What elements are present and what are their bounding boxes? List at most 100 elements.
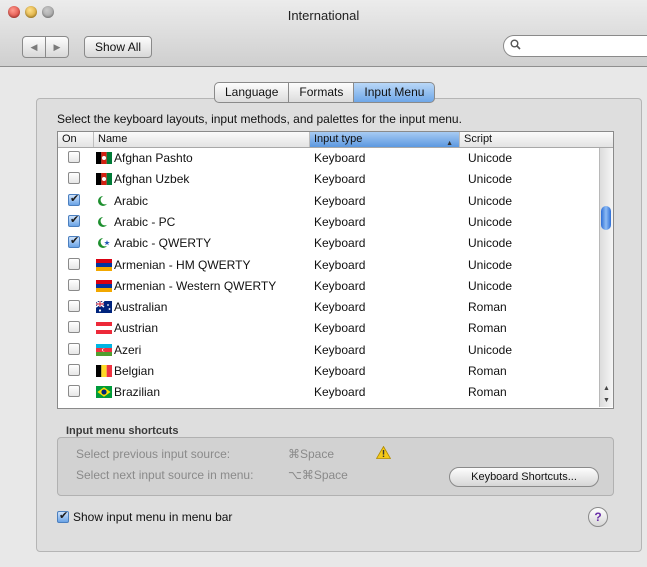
back-button[interactable]: ◀ bbox=[22, 36, 46, 58]
next-source-label: Select next input source in menu: bbox=[76, 468, 254, 482]
search-icon bbox=[510, 39, 521, 50]
tab-language[interactable]: Language bbox=[214, 82, 290, 103]
source-name: Australian bbox=[114, 300, 168, 315]
script-name: Roman bbox=[468, 364, 507, 378]
crescent-green-star-flag-icon bbox=[96, 237, 112, 249]
tab-bar: Language Formats Input Menu bbox=[214, 82, 436, 103]
crescent-green-flag-icon bbox=[96, 216, 112, 228]
table-row[interactable]: Belgian Keyboard Roman bbox=[58, 361, 598, 382]
table-row[interactable]: Azeri Keyboard Unicode bbox=[58, 340, 598, 361]
enable-checkbox[interactable] bbox=[68, 151, 80, 163]
source-name: Armenian - HM QWERTY bbox=[114, 257, 251, 272]
column-script[interactable]: Script bbox=[460, 132, 600, 147]
input-type: Keyboard bbox=[314, 236, 366, 251]
source-name: Armenian - Western QWERTY bbox=[114, 278, 277, 293]
source-name: Azeri bbox=[114, 342, 142, 357]
table-row[interactable]: Afghan Pashto Keyboard Unicode bbox=[58, 148, 598, 169]
tab-formats[interactable]: Formats bbox=[289, 82, 355, 103]
input-type: Keyboard bbox=[314, 321, 366, 336]
keyboard-shortcuts-button[interactable]: Keyboard Shortcuts... bbox=[449, 467, 599, 487]
script-name: Unicode bbox=[468, 193, 513, 208]
window-title: International bbox=[287, 8, 360, 23]
armenia-flag-icon bbox=[96, 279, 112, 292]
column-name[interactable]: Name bbox=[94, 132, 310, 147]
shortcuts-heading: Input menu shortcuts bbox=[66, 425, 179, 437]
show-input-menu-option[interactable]: Show input menu in menu bar bbox=[57, 509, 233, 524]
back-arrow-icon: ◀ bbox=[30, 41, 38, 52]
enable-checkbox[interactable] bbox=[68, 234, 80, 249]
enable-checkbox[interactable] bbox=[68, 213, 80, 227]
title-bar: International ◀ ▶ Show All bbox=[0, 0, 647, 67]
table-row[interactable]: Austrian Keyboard Roman bbox=[58, 318, 598, 339]
forward-button[interactable]: ▶ bbox=[46, 36, 69, 58]
preferences-window: International ◀ ▶ Show All Language Form… bbox=[0, 0, 647, 567]
australia-flag-icon bbox=[95, 300, 112, 314]
input-type: Keyboard bbox=[314, 172, 366, 187]
show-all-button[interactable]: Show All bbox=[84, 36, 153, 58]
input-type: Keyboard bbox=[314, 257, 366, 272]
input-type: Keyboard bbox=[314, 385, 366, 400]
script-name: Unicode bbox=[468, 278, 513, 293]
table-row[interactable]: Arabic - PC Keyboard Unicode bbox=[58, 212, 598, 233]
vertical-scrollbar[interactable]: ▲ ▼ bbox=[599, 148, 613, 407]
input-type: Keyboard bbox=[314, 364, 366, 378]
script-name: Roman bbox=[468, 385, 507, 400]
table-row[interactable]: Armenian - Western QWERTY Keyboard Unicode bbox=[58, 276, 598, 297]
enable-checkbox[interactable] bbox=[68, 385, 80, 398]
input-type: Keyboard bbox=[314, 193, 366, 208]
script-name: Unicode bbox=[468, 236, 513, 251]
source-name: Austrian bbox=[114, 321, 159, 336]
next-source-key: ⌥⌘Space bbox=[288, 468, 348, 482]
show-input-menu-label: Show input menu in menu bar bbox=[73, 510, 233, 524]
table-row[interactable]: Afghan Uzbek Keyboard Unicode bbox=[58, 169, 598, 190]
enable-checkbox[interactable] bbox=[68, 172, 80, 185]
source-name: Afghan Pashto bbox=[114, 151, 193, 165]
table-row[interactable]: Arabic - QWERTY Keyboard Unicode bbox=[58, 233, 598, 254]
enable-checkbox[interactable] bbox=[68, 278, 80, 291]
previous-source-label: Select previous input source: bbox=[76, 447, 231, 461]
scroll-thumb[interactable] bbox=[601, 206, 611, 230]
austria-flag-icon bbox=[96, 322, 112, 335]
brazil-flag-icon bbox=[96, 386, 112, 399]
table-row[interactable]: Armenian - HM QWERTY Keyboard Unicode bbox=[58, 255, 598, 276]
input-type: Keyboard bbox=[314, 342, 366, 357]
show-input-menu-checkbox[interactable] bbox=[57, 509, 69, 523]
help-button[interactable]: ? bbox=[588, 507, 608, 527]
nav-arrows: ◀ ▶ bbox=[22, 36, 69, 58]
shortcuts-box: Select previous input source: ⌘Space Sel… bbox=[57, 437, 614, 496]
scroll-up-arrow-icon[interactable]: ▲ bbox=[600, 383, 613, 395]
table-row[interactable]: Australian Keyboard Roman bbox=[58, 297, 598, 318]
script-name: Unicode bbox=[468, 257, 513, 272]
table-row[interactable]: Arabic Keyboard Unicode bbox=[58, 191, 598, 212]
source-name: Arabic bbox=[114, 193, 149, 208]
scroll-down-arrow-icon[interactable]: ▼ bbox=[600, 395, 613, 407]
belgium-flag-icon bbox=[96, 365, 112, 377]
previous-source-key: ⌘Space bbox=[288, 447, 335, 461]
input-sources-table: On Name Input type ▲ Script Afghan Pashto… bbox=[57, 131, 614, 409]
input-type: Keyboard bbox=[314, 151, 366, 165]
script-name: Roman bbox=[468, 321, 507, 336]
input-type: Keyboard bbox=[314, 300, 366, 315]
enable-checkbox[interactable] bbox=[68, 342, 80, 355]
source-name: Afghan Uzbek bbox=[114, 172, 190, 187]
script-name: Roman bbox=[468, 300, 507, 315]
afghanistan-flag-icon bbox=[96, 152, 112, 164]
enable-checkbox[interactable] bbox=[68, 300, 80, 313]
enable-checkbox[interactable] bbox=[68, 321, 80, 334]
instructions-text: Select the keyboard layouts, input metho… bbox=[57, 112, 462, 126]
source-name: Belgian bbox=[114, 364, 155, 378]
source-name: Brazilian bbox=[114, 385, 161, 400]
column-input-type[interactable]: Input type ▲ bbox=[310, 132, 460, 147]
source-name: Arabic - PC bbox=[114, 214, 176, 229]
table-row[interactable]: Brazilian Keyboard Roman bbox=[58, 382, 598, 403]
forward-arrow-icon: ▶ bbox=[53, 41, 61, 52]
column-on[interactable]: On bbox=[58, 132, 94, 147]
enable-checkbox[interactable] bbox=[68, 364, 80, 376]
column-input-type-label: Input type bbox=[314, 133, 363, 145]
input-type: Keyboard bbox=[314, 278, 366, 293]
tab-input-menu[interactable]: Input Menu bbox=[354, 82, 436, 103]
search-field[interactable] bbox=[503, 35, 647, 57]
script-name: Unicode bbox=[468, 214, 513, 229]
enable-checkbox[interactable] bbox=[68, 192, 80, 206]
enable-checkbox[interactable] bbox=[68, 257, 80, 270]
